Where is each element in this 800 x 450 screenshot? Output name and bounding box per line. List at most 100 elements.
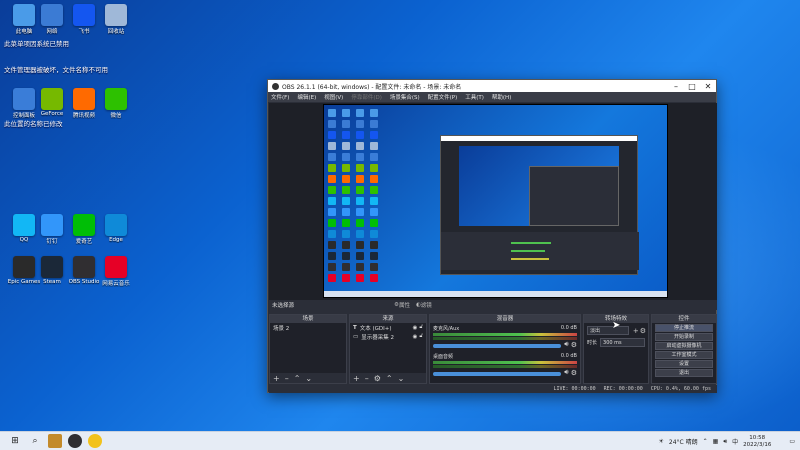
mixer-channel: 麦克风/Aux 0.0 dB 🔊︎ ⚙ xyxy=(433,325,577,349)
preview-mini-icon xyxy=(328,131,336,139)
preview-mini-icon xyxy=(370,219,378,227)
desktop-icon-label: GeForce xyxy=(40,111,64,117)
desktop-icon[interactable]: 回收站 xyxy=(98,4,134,35)
preview-mini-icon xyxy=(328,164,336,172)
exit-button[interactable]: 退出 xyxy=(655,369,713,377)
scene-item[interactable]: 场景 2 xyxy=(270,323,346,332)
desktop-icon-label: 爱奇艺 xyxy=(75,239,93,245)
desktop-icon[interactable]: OBS Studio xyxy=(66,256,102,285)
source-item[interactable]: ▭ 显示器采集 2 ◉ 🔓︎ xyxy=(350,332,426,341)
desktop-icon-label: 飞书 xyxy=(78,29,90,35)
desktop-icon[interactable]: 微信 xyxy=(98,88,134,119)
add-icon[interactable]: + xyxy=(353,374,360,383)
preview-mini-icon xyxy=(342,230,350,238)
source-item[interactable]: T 文本 (GDI+) ◉ 🔓︎ xyxy=(350,323,426,332)
properties-button[interactable]: ⚙ 属性 xyxy=(394,301,410,309)
lock-icon[interactable]: 🔓︎ xyxy=(419,333,423,340)
speaker-icon[interactable]: 🔊︎ xyxy=(564,368,568,377)
desktop-icon[interactable]: 腾讯视频 xyxy=(66,88,102,119)
search-icon[interactable]: ⌕ xyxy=(28,434,42,448)
maximize-icon[interactable]: □ xyxy=(684,80,700,92)
start-virtual-camera-button[interactable]: 启动虚拟摄像机 xyxy=(655,342,713,350)
preview-canvas[interactable] xyxy=(323,104,668,298)
obs-title: OBS 26.1.1 (64-bit, windows) - 配置文件: 未命名… xyxy=(282,83,462,91)
visibility-icon[interactable]: ◉ xyxy=(413,325,418,331)
speaker-icon[interactable]: 🔊︎ xyxy=(564,340,568,349)
notification-icon[interactable]: ▭ xyxy=(789,438,795,445)
obs-titlebar[interactable]: OBS 26.1.1 (64-bit, windows) - 配置文件: 未命名… xyxy=(268,80,716,92)
preview-mini-icon xyxy=(370,175,378,183)
desktop-icon[interactable]: 网络 xyxy=(34,4,70,35)
weather-text[interactable]: 24°C 晴朗 xyxy=(669,437,698,446)
desktop-icon[interactable]: 爱奇艺 xyxy=(66,214,102,245)
desktop-icon[interactable]: Edge xyxy=(98,214,134,243)
desktop-icon[interactable]: Steam xyxy=(34,256,70,285)
visibility-icon[interactable]: ◉ xyxy=(413,334,418,340)
add-icon[interactable]: + xyxy=(273,374,280,383)
menu-profile[interactable]: 配置文件(P) xyxy=(428,93,458,101)
volume-slider[interactable] xyxy=(433,343,562,348)
stop-streaming-button[interactable]: 停止推流 xyxy=(655,324,713,332)
gear-icon[interactable]: ⚙ xyxy=(571,341,577,349)
weather-icon[interactable]: ☀ xyxy=(659,438,664,445)
recycle-bin-icon xyxy=(105,4,127,26)
preview-mini-icon xyxy=(342,186,350,194)
move-down-icon[interactable]: ⌄ xyxy=(398,374,405,383)
start-windows-icon[interactable]: ⊞ xyxy=(8,434,22,448)
settings-button[interactable]: 设置 xyxy=(655,360,713,368)
scenes-dock-title: 场景 xyxy=(270,315,346,323)
tray-expand-icon[interactable]: ⌃ xyxy=(703,438,708,445)
menu-docks[interactable]: 停靠部件(D) xyxy=(351,93,382,101)
network-icon[interactable]: ▦ xyxy=(713,438,719,445)
taskbar-app-icon[interactable] xyxy=(88,434,102,448)
preview-area[interactable] xyxy=(269,103,717,300)
desktop-icon[interactable]: 飞书 xyxy=(66,4,102,35)
minimize-icon[interactable]: – xyxy=(668,80,684,92)
ime-indicator[interactable]: 中 xyxy=(732,437,738,446)
obs-window[interactable]: OBS 26.1.1 (64-bit, windows) - 配置文件: 未命名… xyxy=(267,79,717,393)
move-up-icon[interactable]: ⌃ xyxy=(294,374,301,383)
remove-icon[interactable]: – xyxy=(365,374,369,383)
control-panel-icon xyxy=(13,88,35,110)
volume-icon[interactable]: 🔊︎ xyxy=(723,438,727,446)
desktop-icon[interactable]: 网易云音乐 xyxy=(98,256,134,287)
filters-button[interactable]: ◐ 滤镜 xyxy=(416,301,432,309)
volume-slider[interactable] xyxy=(433,371,562,376)
menu-tools[interactable]: 工具(T) xyxy=(465,93,484,101)
menu-edit[interactable]: 编辑(E) xyxy=(297,93,316,101)
preview-mini-icon xyxy=(370,263,378,271)
text-source-icon: T xyxy=(353,324,357,331)
start-recording-button[interactable]: 开始录制 xyxy=(655,333,713,341)
duration-input[interactable]: 300 ms xyxy=(600,338,645,347)
add-icon[interactable]: + xyxy=(633,327,639,335)
computer-icon xyxy=(13,4,35,26)
menu-view[interactable]: 视图(V) xyxy=(324,93,343,101)
studio-mode-button[interactable]: 工作室模式 xyxy=(655,351,713,359)
sources-dock-title: 来源 xyxy=(350,315,426,323)
preview-mini-icon xyxy=(356,263,364,271)
gear-icon[interactable]: ⚙ xyxy=(640,327,646,335)
taskbar-obs-icon[interactable] xyxy=(68,434,82,448)
gear-icon[interactable]: ⚙ xyxy=(374,374,381,383)
close-icon[interactable]: ✕ xyxy=(700,80,716,92)
preview-mini-icon xyxy=(356,186,364,194)
desktop-icon[interactable]: 钉钉 xyxy=(34,214,70,245)
move-down-icon[interactable]: ⌄ xyxy=(305,374,312,383)
desktop-icon[interactable]: GeForce xyxy=(34,88,70,117)
transition-select[interactable]: 淡出 xyxy=(587,326,629,335)
menu-help[interactable]: 帮助(H) xyxy=(492,93,511,101)
preview-mini-icon xyxy=(356,230,364,238)
wechat-icon xyxy=(105,88,127,110)
nvidia-icon xyxy=(41,88,63,110)
remove-icon[interactable]: – xyxy=(285,374,289,383)
taskbar-app-icon[interactable] xyxy=(48,434,62,448)
gear-icon[interactable]: ⚙ xyxy=(571,369,577,377)
lock-icon[interactable]: 🔓︎ xyxy=(419,324,423,331)
preview-mini-icon xyxy=(328,241,336,249)
clock[interactable]: 10:58 2022/3/16 xyxy=(743,435,771,449)
iqiyi-icon xyxy=(73,214,95,236)
menu-file[interactable]: 文件(F) xyxy=(271,93,289,101)
menu-scene-collection[interactable]: 场景集合(S) xyxy=(390,93,420,101)
move-up-icon[interactable]: ⌃ xyxy=(386,374,393,383)
sources-dock: 来源 T 文本 (GDI+) ◉ 🔓︎ ▭ 显示器采集 2 ◉ 🔓︎ + – ⚙… xyxy=(349,314,427,384)
